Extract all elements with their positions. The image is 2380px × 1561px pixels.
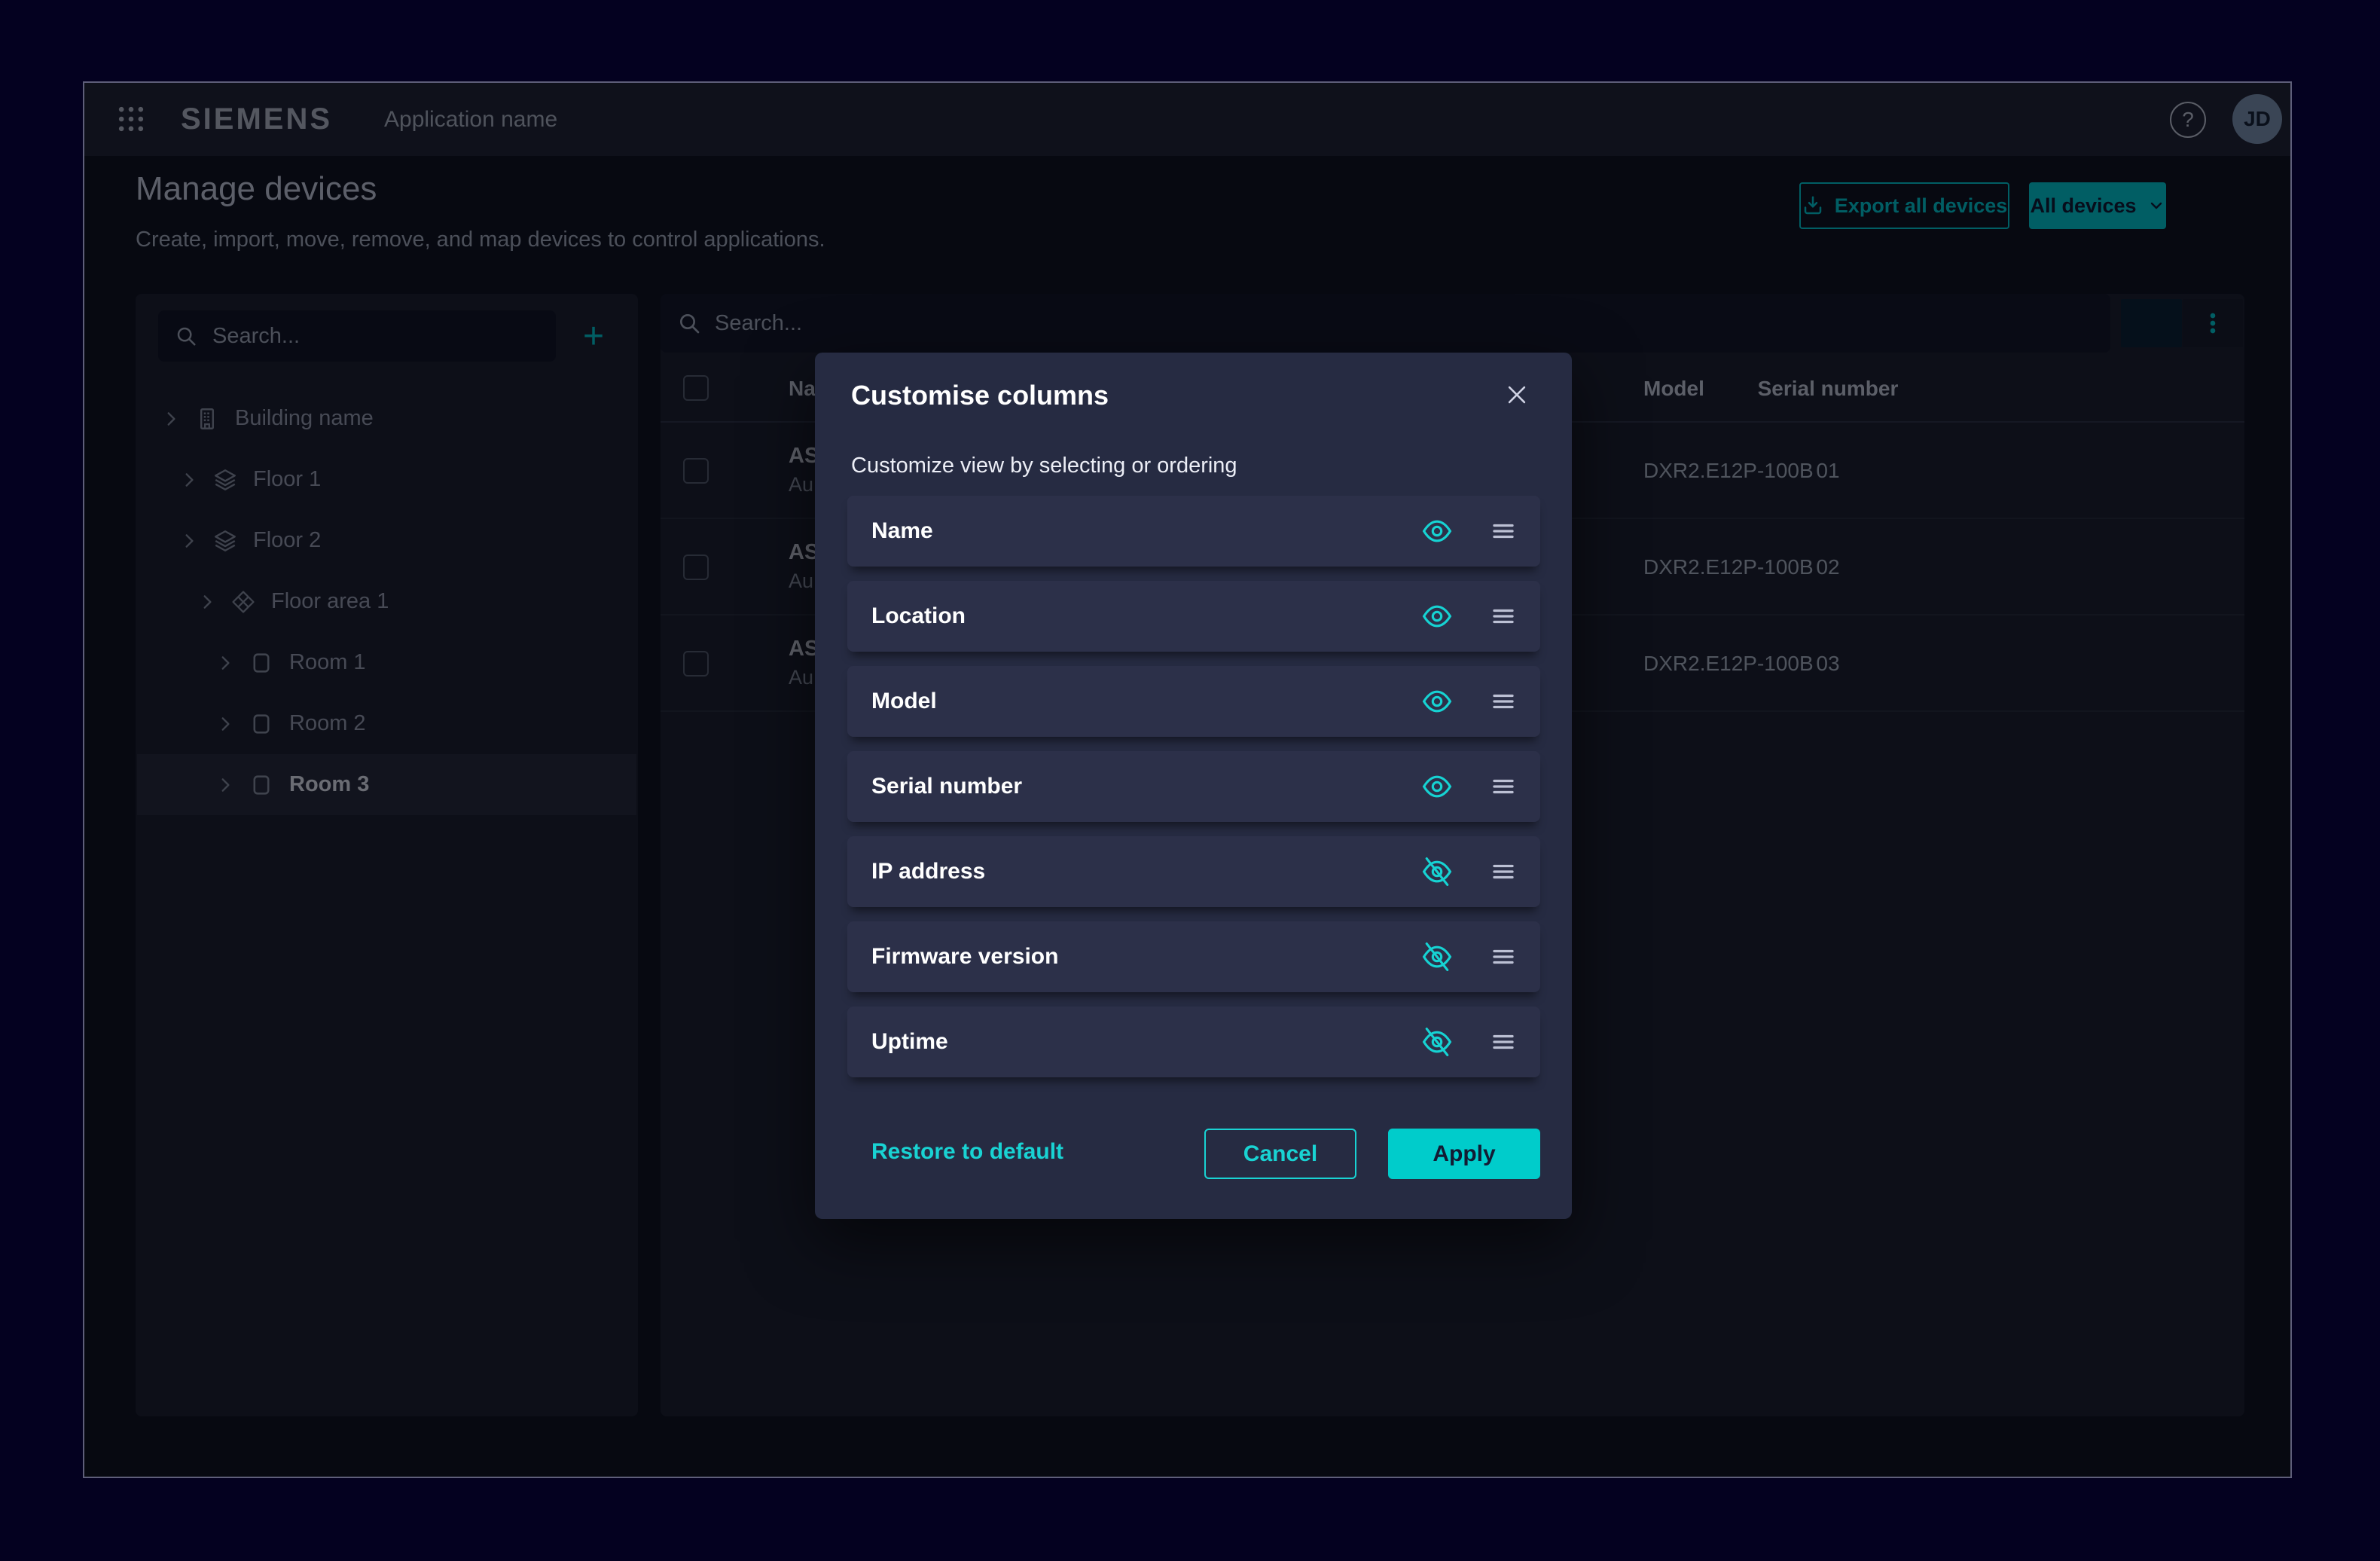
visibility-on-icon[interactable]: [1414, 678, 1460, 725]
drag-handle-icon[interactable]: [1481, 935, 1525, 979]
column-card-ip-address[interactable]: IP address: [847, 836, 1540, 907]
column-label: Uptime: [871, 1029, 948, 1055]
column-card-location[interactable]: Location: [847, 581, 1540, 652]
visibility-off-icon[interactable]: [1414, 848, 1460, 895]
column-label: Location: [871, 603, 966, 629]
visibility-on-icon[interactable]: [1414, 763, 1460, 810]
column-card-serial-number[interactable]: Serial number: [847, 751, 1540, 822]
apply-button[interactable]: Apply: [1388, 1129, 1540, 1179]
column-label: IP address: [871, 859, 985, 884]
drag-handle-icon[interactable]: [1481, 850, 1525, 894]
column-card-firmware-version[interactable]: Firmware version: [847, 921, 1540, 992]
column-label: Firmware version: [871, 944, 1058, 970]
restore-to-default-button[interactable]: Restore to default: [871, 1139, 1063, 1165]
visibility-on-icon[interactable]: [1414, 593, 1460, 640]
customise-columns-modal: Customise columns Customize view by sele…: [815, 353, 1572, 1219]
column-label: Serial number: [871, 774, 1022, 799]
drag-handle-icon[interactable]: [1481, 680, 1525, 723]
visibility-on-icon[interactable]: [1414, 508, 1460, 554]
visibility-off-icon[interactable]: [1414, 933, 1460, 980]
cancel-button[interactable]: Cancel: [1204, 1129, 1356, 1179]
drag-handle-icon[interactable]: [1481, 594, 1525, 638]
column-card-uptime[interactable]: Uptime: [847, 1007, 1540, 1077]
modal-subtitle: Customize view by selecting or ordering: [851, 454, 1237, 478]
screen: { "theme": { "accent": "#00cccc", "modal…: [0, 0, 2380, 1561]
close-icon[interactable]: [1497, 375, 1536, 414]
column-card-name[interactable]: Name: [847, 496, 1540, 567]
visibility-off-icon[interactable]: [1414, 1019, 1460, 1065]
column-label: Model: [871, 689, 937, 714]
column-label: Name: [871, 518, 933, 544]
drag-handle-icon[interactable]: [1481, 509, 1525, 553]
column-card-model[interactable]: Model: [847, 666, 1540, 737]
modal-title: Customise columns: [851, 380, 1109, 411]
drag-handle-icon[interactable]: [1481, 765, 1525, 808]
drag-handle-icon[interactable]: [1481, 1020, 1525, 1064]
